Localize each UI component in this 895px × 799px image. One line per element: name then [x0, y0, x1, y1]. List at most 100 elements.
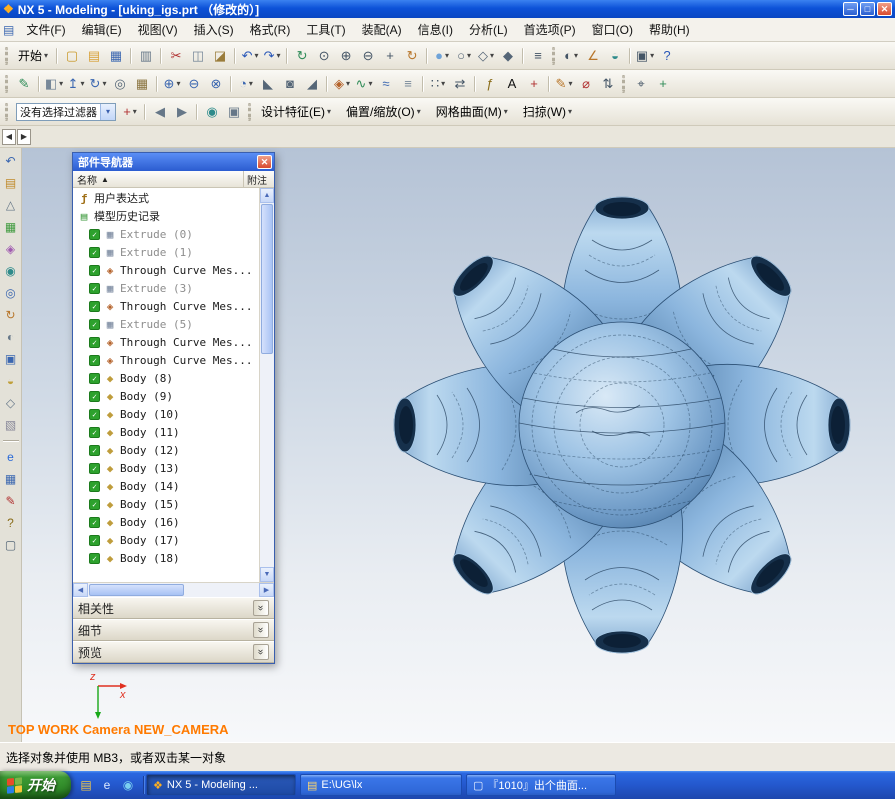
help-icon[interactable]: ?: [657, 46, 677, 66]
pan-icon[interactable]: +: [380, 46, 400, 66]
redo-icon[interactable]: ↷: [262, 46, 282, 66]
close-icon[interactable]: ✕: [257, 155, 272, 169]
draft-icon[interactable]: ◢: [302, 74, 322, 94]
checkbox-icon[interactable]: ✓: [89, 228, 100, 240]
checkbox-icon[interactable]: ✓: [89, 462, 100, 474]
annotate-icon[interactable]: ✎: [1, 490, 21, 512]
minimize-button[interactable]: ─: [843, 2, 858, 16]
taskbar-task-button[interactable]: ▤ E:\UG\lx: [300, 774, 462, 796]
tree-item[interactable]: ✓ Body (9): [73, 387, 259, 405]
checkbox-icon[interactable]: ✓: [89, 498, 100, 510]
wireframe-view-icon[interactable]: ○: [454, 46, 474, 66]
checkbox-icon[interactable]: ✓: [89, 390, 100, 402]
checkbox-icon[interactable]: ✓: [89, 426, 100, 438]
offset-scale-menu[interactable]: 偏置/缩放(O): [342, 102, 425, 122]
horizontal-scrollbar[interactable]: ◀ ▶: [73, 582, 274, 597]
checkbox-icon[interactable]: ✓: [89, 444, 100, 456]
edit-feature-icon[interactable]: ✎: [554, 74, 574, 94]
menu-item[interactable]: 工具(T): [298, 17, 353, 42]
general-selection-icon[interactable]: +: [120, 102, 140, 122]
scroll-right-icon[interactable]: ▶: [17, 128, 31, 145]
print-icon[interactable]: ▥: [136, 46, 156, 66]
mirror-icon[interactable]: ⇄: [450, 74, 470, 94]
datum-plane-icon[interactable]: ◧: [44, 74, 64, 94]
checkbox-icon[interactable]: ✓: [89, 534, 100, 546]
sort-ascending-icon[interactable]: ▲: [101, 175, 109, 184]
start-app-menu-button[interactable]: 开始: [14, 46, 52, 66]
checkbox-icon[interactable]: ✓: [89, 354, 100, 366]
pattern-icon[interactable]: ∷: [428, 74, 448, 94]
constraint-navigator-icon[interactable]: △: [1, 194, 21, 216]
checkbox-icon[interactable]: ✓: [89, 318, 100, 330]
ruled-surface-icon[interactable]: ≈: [376, 74, 396, 94]
column-name[interactable]: 名称 ▲: [73, 171, 244, 187]
edge-blend-icon[interactable]: ◔: [236, 74, 256, 94]
scroll-track[interactable]: [260, 203, 274, 567]
material-display-icon[interactable]: ◒: [605, 46, 625, 66]
tree-item[interactable]: ✓ Body (12): [73, 441, 259, 459]
tree-item[interactable]: ✓ Extrude (1): [73, 243, 259, 261]
extrude-icon[interactable]: ↥: [66, 74, 86, 94]
tree-item[interactable]: ✓ Extrude (0): [73, 225, 259, 243]
text-icon[interactable]: A: [502, 74, 522, 94]
tree-item[interactable]: ✓ Body (16): [73, 513, 259, 531]
subtract-icon[interactable]: ⊖: [184, 74, 204, 94]
unite-icon[interactable]: ⊕: [162, 74, 182, 94]
save-layout-icon[interactable]: ▦: [1, 468, 21, 490]
capture-icon[interactable]: ▣: [224, 102, 244, 122]
system-materials-icon[interactable]: ◇: [1, 392, 21, 414]
menu-item[interactable]: 插入(S): [186, 17, 242, 42]
scroll-track[interactable]: [88, 583, 259, 597]
scroll-thumb[interactable]: [89, 584, 184, 596]
paste-icon[interactable]: ◪: [210, 46, 230, 66]
checkbox-icon[interactable]: ✓: [89, 480, 100, 492]
internet-explorer-icon[interactable]: e: [1, 446, 21, 468]
scroll-left-icon[interactable]: ◀: [2, 128, 16, 145]
point-icon[interactable]: +: [524, 74, 544, 94]
menu-item[interactable]: 视图(V): [130, 17, 186, 42]
scroll-down-icon[interactable]: ▼: [260, 567, 274, 582]
navigator-section-bar[interactable]: 预览 »: [73, 641, 274, 663]
intersect-icon[interactable]: ⊗: [206, 74, 226, 94]
fit-view-icon[interactable]: ⊙: [314, 46, 334, 66]
tree-item[interactable]: ✓ Body (8): [73, 369, 259, 387]
tree-item[interactable]: ✓ Body (14): [73, 477, 259, 495]
chevron-down-icon[interactable]: ▾: [100, 103, 115, 120]
tree-item[interactable]: ✓ Through Curve Mes...: [73, 351, 259, 369]
material-palette-icon[interactable]: ◐: [1, 326, 21, 348]
sweep-menu[interactable]: 扫掠(W): [519, 102, 576, 122]
assembly-navigator-icon[interactable]: ▤: [1, 172, 21, 194]
cut-icon[interactable]: ✂: [166, 46, 186, 66]
scroll-thumb[interactable]: [261, 204, 273, 354]
menu-item[interactable]: 帮助(H): [641, 17, 698, 42]
tree-item[interactable]: ✓ Body (18): [73, 549, 259, 567]
tree-item[interactable]: ✓ Through Curve Mes...: [73, 333, 259, 351]
refresh-icon[interactable]: ↻: [292, 46, 312, 66]
tree-item[interactable]: ✓ Body (11): [73, 423, 259, 441]
quick-launch-ie-icon[interactable]: e: [98, 776, 116, 794]
checkbox-icon[interactable]: ✓: [89, 552, 100, 564]
quick-launch-folder-icon[interactable]: ▤: [77, 776, 95, 794]
offset-surface-icon[interactable]: ≡: [398, 74, 418, 94]
snap-point-icon[interactable]: ⌖: [631, 74, 651, 94]
close-button[interactable]: ✕: [877, 2, 892, 16]
chevron-double-down-icon[interactable]: »: [253, 622, 269, 638]
selection-filter-combo[interactable]: 没有选择过滤器 ▾: [16, 102, 116, 121]
suppress-feature-icon[interactable]: ⌀: [576, 74, 596, 94]
mesh-surface-menu[interactable]: 网格曲面(M): [432, 102, 512, 122]
part-navigator-titlebar[interactable]: 部件导航器 ✕: [73, 153, 274, 171]
menu-item[interactable]: 窗口(O): [584, 17, 641, 42]
maximize-button[interactable]: □: [860, 2, 875, 16]
checkbox-icon[interactable]: ✓: [89, 264, 100, 276]
history-palette-icon[interactable]: ↻: [1, 304, 21, 326]
menu-item[interactable]: 文件(F): [18, 17, 73, 42]
shaded-view-icon[interactable]: ●: [432, 46, 452, 66]
menu-item[interactable]: 编辑(E): [74, 17, 130, 42]
undo-icon[interactable]: ↶: [240, 46, 260, 66]
tree-item[interactable]: ✓ Extrude (3): [73, 279, 259, 297]
tree-item[interactable]: ✓ Body (17): [73, 531, 259, 549]
orient-view-icon[interactable]: ◇: [476, 46, 496, 66]
checkbox-icon[interactable]: ✓: [89, 516, 100, 528]
chevron-double-down-icon[interactable]: »: [253, 600, 269, 616]
checkbox-icon[interactable]: ✓: [89, 300, 100, 312]
